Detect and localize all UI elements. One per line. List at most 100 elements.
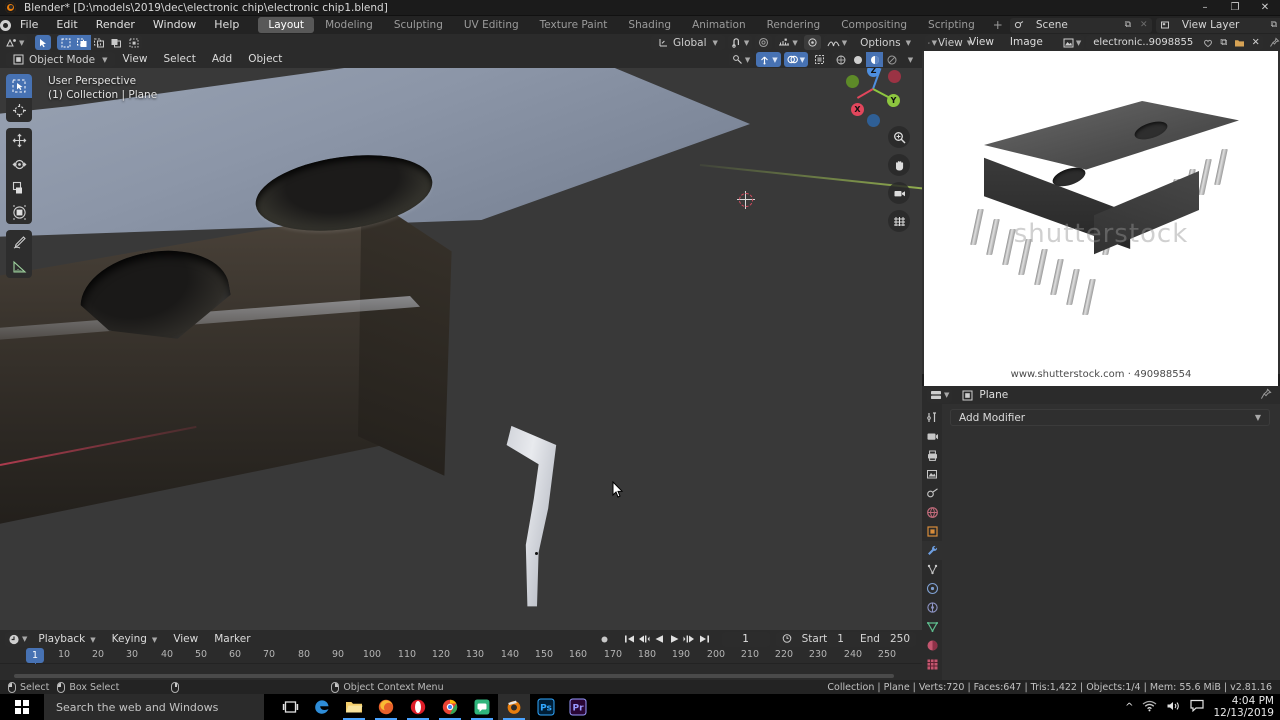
- gizmo-axis-neg-y[interactable]: [846, 75, 859, 88]
- menu-file[interactable]: File: [11, 16, 47, 34]
- tab-modifiers[interactable]: [922, 541, 942, 560]
- 3d-cursor-icon[interactable]: [737, 191, 755, 209]
- pin-properties-icon[interactable]: [1260, 387, 1272, 403]
- add-modifier-button[interactable]: Add Modifier ▼: [950, 409, 1270, 426]
- tab-uv-editing[interactable]: UV Editing: [454, 17, 529, 33]
- image-name-field[interactable]: electronic..9098855: [1086, 35, 1201, 50]
- tab-tool[interactable]: [922, 408, 942, 427]
- tab-texture-paint[interactable]: Texture Paint: [530, 17, 618, 33]
- start-frame-value[interactable]: 1: [837, 633, 844, 645]
- unlink-image-button[interactable]: ✕: [1248, 35, 1264, 50]
- pin-image-button[interactable]: [1266, 35, 1280, 50]
- select-subtract-button[interactable]: [91, 35, 109, 50]
- tab-material[interactable]: [922, 636, 942, 655]
- tab-physics[interactable]: [922, 579, 942, 598]
- fake-user-button[interactable]: [1200, 35, 1217, 50]
- viewport-menu-object[interactable]: Object: [240, 51, 290, 68]
- tab-layout[interactable]: Layout: [258, 17, 315, 33]
- viewport-menu-select[interactable]: Select: [155, 51, 203, 68]
- image-editor-mode-selector[interactable]: View ▼: [938, 35, 972, 50]
- proportional-falloff-button[interactable]: [803, 35, 821, 50]
- tab-view-layer[interactable]: [922, 465, 942, 484]
- tab-scene[interactable]: [922, 484, 942, 503]
- edge-icon[interactable]: [306, 694, 338, 720]
- grid-ortho-icon[interactable]: [888, 210, 910, 232]
- measure-tool-icon[interactable]: [6, 254, 32, 278]
- falloff-curve-button[interactable]: ▼: [823, 35, 851, 50]
- gizmo-axis-y[interactable]: Y: [887, 94, 900, 107]
- tweak-select-tool-icon[interactable]: [6, 74, 32, 98]
- material-preview-shading-button[interactable]: [866, 52, 883, 67]
- move-tool-icon[interactable]: [6, 128, 32, 152]
- select-invert-button[interactable]: [108, 35, 126, 50]
- transform-orientation-selector[interactable]: Global ▼: [651, 35, 725, 50]
- select-intersect-button[interactable]: [125, 35, 143, 50]
- editor-type-selector[interactable]: ▼: [3, 35, 28, 50]
- maximize-button[interactable]: ❐: [1220, 0, 1250, 16]
- timeline-playhead[interactable]: 1: [25, 648, 45, 663]
- shading-popover-button[interactable]: ▼: [903, 52, 918, 67]
- pan-hand-icon[interactable]: [888, 154, 910, 176]
- blender-logo-icon[interactable]: [0, 19, 11, 31]
- gizmo-axis-neg-x[interactable]: [888, 70, 901, 83]
- end-frame-value[interactable]: 250: [890, 633, 910, 645]
- taskbar-search-input[interactable]: Search the web and Windows: [44, 694, 264, 720]
- gizmo-toggle-button[interactable]: ▼: [756, 52, 781, 67]
- premiere-icon[interactable]: Pr: [562, 694, 594, 720]
- gizmo-axis-neg-z[interactable]: [867, 114, 880, 127]
- tab-object[interactable]: [922, 522, 942, 541]
- start-button[interactable]: [0, 694, 44, 720]
- new-scene-button[interactable]: ⧉: [1119, 17, 1136, 33]
- show-hidden-icons-icon[interactable]: ^: [1125, 702, 1133, 713]
- blender-icon[interactable]: [498, 694, 530, 720]
- current-frame-field[interactable]: 1: [721, 631, 770, 647]
- next-keyframe-icon[interactable]: [682, 632, 697, 647]
- properties-editor-type-icon[interactable]: ▼: [927, 387, 953, 403]
- gizmo-axis-x[interactable]: X: [851, 103, 864, 116]
- tab-modeling[interactable]: Modeling: [315, 17, 383, 33]
- viewport-options-button[interactable]: Options ▼: [853, 35, 918, 50]
- solid-shading-button[interactable]: [849, 52, 866, 67]
- select-set-button[interactable]: [57, 35, 75, 50]
- timeline-ruler[interactable]: 10 20 30 40 50 60 70 80 90 100 110 120 1…: [0, 648, 922, 691]
- viewport-menu-view[interactable]: View: [115, 51, 156, 68]
- view-layer-selector[interactable]: View Layer ⧉ ✕: [1155, 17, 1280, 33]
- timeline-editor-type-icon[interactable]: ▼: [5, 631, 31, 647]
- timeline-menu-playback[interactable]: Playback ▼: [30, 630, 103, 649]
- annotate-tool-icon[interactable]: [6, 230, 32, 254]
- jump-to-end-icon[interactable]: [697, 632, 712, 647]
- image-editor[interactable]: shutterstock www.shutterstock.com · 4909…: [922, 34, 1280, 406]
- timeline-track-area[interactable]: [0, 664, 922, 680]
- wireframe-shading-button[interactable]: [832, 52, 849, 67]
- tab-compositing[interactable]: Compositing: [831, 17, 917, 33]
- volume-icon[interactable]: [1166, 700, 1181, 715]
- file-explorer-icon[interactable]: [338, 694, 370, 720]
- view-layer-name-field[interactable]: View Layer: [1173, 17, 1266, 33]
- tab-object-data[interactable]: [922, 617, 942, 636]
- camera-icon[interactable]: [888, 182, 910, 204]
- properties-editor[interactable]: ▼ Plane Add Modifier ▼: [922, 386, 1280, 680]
- tab-texture[interactable]: [922, 655, 942, 674]
- scene-selector[interactable]: Scene ⧉ ✕: [1009, 17, 1152, 33]
- tab-sculpting[interactable]: Sculpting: [384, 17, 453, 33]
- 3d-viewport[interactable]: User Perspective (1) Collection | Plane: [0, 34, 922, 630]
- menu-edit[interactable]: Edit: [47, 16, 86, 34]
- menu-render[interactable]: Render: [87, 16, 144, 34]
- snapping-toggle-button[interactable]: ▼: [727, 35, 753, 50]
- taskbar-clock[interactable]: 4:04 PM 12/13/2019: [1213, 695, 1274, 719]
- rotate-tool-icon[interactable]: [6, 152, 32, 176]
- action-center-icon[interactable]: [1190, 699, 1205, 715]
- snap-settings-button[interactable]: ▼: [775, 35, 801, 50]
- new-image-button[interactable]: ⧉: [1216, 35, 1232, 50]
- image-editor-canvas[interactable]: shutterstock www.shutterstock.com · 4909…: [924, 51, 1278, 406]
- timeline-menu-keying[interactable]: Keying ▼: [104, 630, 166, 649]
- wifi-icon[interactable]: [1142, 700, 1157, 715]
- xray-toggle-button[interactable]: [811, 52, 828, 67]
- unlink-scene-button[interactable]: ✕: [1135, 17, 1152, 33]
- tab-constraints[interactable]: [922, 598, 942, 617]
- viewport-render-canvas[interactable]: [0, 34, 922, 630]
- selected-plane-object[interactable]: [497, 422, 577, 614]
- proportional-editing-button[interactable]: [755, 35, 773, 50]
- tab-animation[interactable]: Animation: [682, 17, 756, 33]
- object-mode-selector[interactable]: Object Mode ▼: [6, 52, 115, 67]
